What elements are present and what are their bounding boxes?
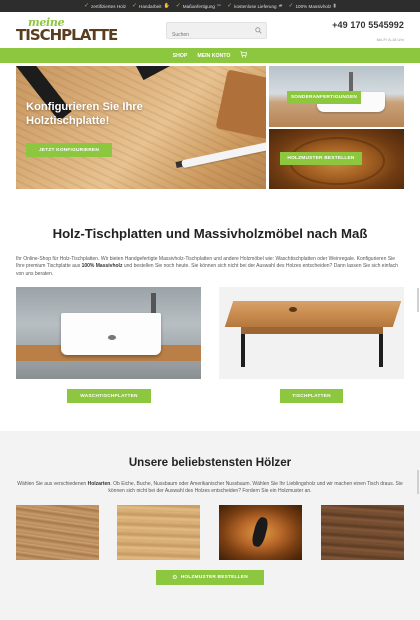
logo-text-main: TISCHPLATTE: [16, 26, 118, 44]
basin-image: [61, 313, 161, 355]
usp-item: ✓ 100% Massivholz ▮: [288, 3, 336, 9]
main-nav: SHOP MEIN KONTO: [0, 48, 420, 63]
wood-crack: [250, 515, 270, 549]
intro-paragraph: Ihr Online-Shop für Holz-Tischplatten. W…: [16, 256, 404, 278]
wood-sample-american-walnut[interactable]: [321, 505, 404, 560]
usp-item: ✓ Maßanfertigung ✂: [176, 3, 221, 9]
intro-text-bold: 100% Massivholz: [81, 263, 123, 270]
usp-label: 100% Massivholz: [295, 3, 332, 9]
site-logo[interactable]: meine TISCHPLATTE: [16, 16, 118, 46]
gear-icon: ⚙: [172, 575, 178, 581]
faucet-image: [349, 72, 353, 92]
section-title: Holz-Tischplatten und Massivholzmöbel na…: [52, 226, 368, 241]
wood-sample-beech[interactable]: [117, 505, 200, 560]
tabletop-image[interactable]: [219, 287, 404, 379]
washstand-tops-button[interactable]: WASCHTISCHPLATTEN: [67, 389, 151, 403]
section-title: Unsere beliebstensten Hölzer: [128, 456, 292, 469]
usp-label: Maßanfertigung: [182, 3, 215, 9]
woods-text-bold: Holzarten: [87, 481, 111, 487]
table-top: [224, 301, 402, 327]
woods-text-part: . Ob Eiche, Buche, Nussbaum oder Amerika…: [108, 481, 403, 495]
woods-paragraph: Wählen Sie aus verschiedenen Holzarten. …: [16, 481, 404, 496]
usp-label: kostenlose Lieferung: [234, 3, 277, 9]
phone-number[interactable]: +49 170 5545992: [332, 20, 404, 30]
order-wood-samples-button[interactable]: HOLZMUSTER BESTELLEN: [280, 152, 362, 165]
search-icon[interactable]: [255, 27, 262, 34]
nav-item-my-account[interactable]: MEIN KONTO: [197, 53, 230, 59]
check-icon: ✓: [175, 3, 181, 9]
tabletops-button[interactable]: TISCHPLATTEN: [280, 389, 343, 403]
check-icon: ✓: [83, 3, 90, 9]
usp-item: ✓ zertifiziertes Holz: [84, 3, 126, 9]
check-icon: ✓: [132, 3, 138, 9]
hand-icon: ✋: [163, 3, 170, 9]
search-box: [166, 22, 267, 43]
ruler-icon: ✂: [216, 3, 222, 9]
nav-item-shop[interactable]: SHOP: [173, 53, 188, 59]
hero-title: Konfigurieren Sie Ihre Holztischplatte!: [26, 101, 143, 127]
truck-icon: ▰: [278, 3, 283, 9]
wood-sample-walnut[interactable]: [219, 505, 302, 560]
scroll-indicator: [417, 470, 419, 494]
configure-now-button[interactable]: JETZT KONFIGURIEREN: [26, 143, 112, 157]
usp-label: zertifiziertes Holz: [91, 3, 126, 9]
check-icon: ✓: [288, 3, 294, 9]
wood-sample-oak[interactable]: [16, 505, 99, 560]
usp-item: ✓ kostenlose Lieferung ▰: [227, 3, 282, 9]
usp-label: Handarbeit: [139, 3, 162, 9]
search-input[interactable]: [167, 27, 251, 43]
opening-hours: Mo-Fr 8-18 Uhr: [376, 37, 404, 42]
drain: [108, 335, 116, 340]
cart-icon[interactable]: [240, 51, 248, 60]
woods-text-part: Wählen Sie aus verschiedenen: [17, 481, 88, 487]
wood-knot: [289, 307, 297, 312]
custom-orders-button[interactable]: SONDERANFERTIGUNGEN: [287, 91, 361, 104]
order-wood-samples-button[interactable]: ⚙ HOLZMUSTER BESTELLEN: [156, 570, 264, 585]
check-icon: ✓: [227, 3, 233, 9]
button-label: HOLZMUSTER BESTELLEN: [180, 575, 248, 580]
washstand-image[interactable]: [16, 287, 201, 379]
wood-icon: ▮: [333, 3, 337, 9]
usp-item: ✓ Handarbeit ✋: [132, 3, 170, 9]
usp-bar: ✓ zertifiziertes Holz ✓ Handarbeit ✋ ✓ Maßan…: [0, 0, 420, 12]
scroll-indicator: [417, 288, 419, 312]
site-header: meine TISCHPLATTE +49 170 5545992 Mo-Fr …: [0, 12, 420, 48]
